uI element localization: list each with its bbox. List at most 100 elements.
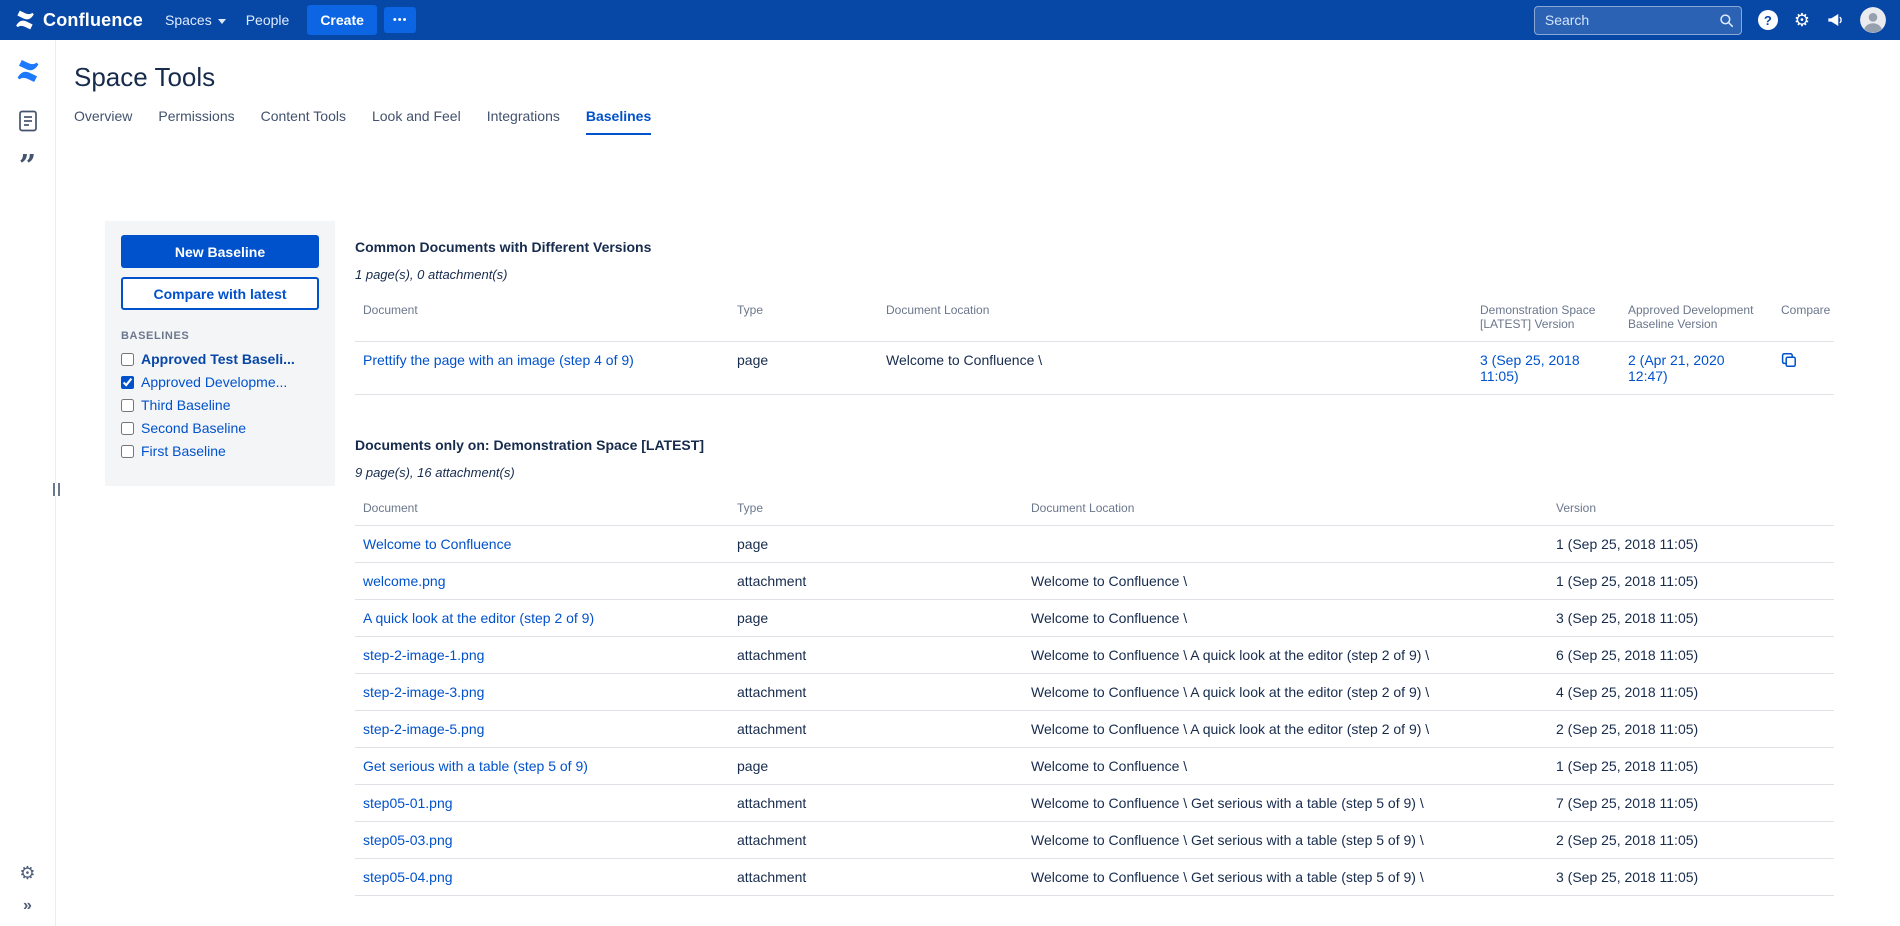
- doc-type: page: [729, 525, 1023, 563]
- baselines-list-label: BASELINES: [121, 330, 190, 342]
- create-button[interactable]: Create: [307, 5, 377, 35]
- document-link[interactable]: step05-04.png: [363, 869, 453, 885]
- blog-quote-icon[interactable]: ”: [19, 152, 36, 182]
- document-link[interactable]: Prettify the page with an image (step 4 …: [363, 352, 634, 368]
- document-link[interactable]: step05-01.png: [363, 795, 453, 811]
- col-document: Document: [355, 297, 729, 342]
- doc-type: attachment: [729, 710, 1023, 748]
- pages-icon[interactable]: [18, 110, 38, 132]
- sidebar-resize-grip[interactable]: [53, 483, 60, 496]
- baseline-link[interactable]: Third Baseline: [141, 397, 231, 413]
- table-row: step-2-image-1.png attachment Welcome to C…: [355, 636, 1834, 674]
- tab-integrations[interactable]: Integrations: [487, 108, 560, 135]
- doc-type: attachment: [729, 636, 1023, 674]
- col-compare: Compare: [1773, 297, 1834, 342]
- col-version: Version: [1548, 495, 1834, 526]
- baseline-checkbox[interactable]: [121, 421, 134, 435]
- megaphone-icon[interactable]: [1826, 12, 1844, 28]
- search-box: [1533, 5, 1742, 35]
- doc-type: attachment: [729, 673, 1023, 711]
- nav-item-spaces[interactable]: Spaces: [155, 5, 236, 35]
- tab-baselines[interactable]: Baselines: [585, 108, 652, 135]
- document-link[interactable]: step05-03.png: [363, 832, 453, 848]
- compare-icon[interactable]: [1781, 352, 1797, 368]
- baseline-checkbox[interactable]: [121, 444, 134, 458]
- nav-item-people[interactable]: People: [236, 5, 300, 35]
- tab-content-tools[interactable]: Content Tools: [261, 108, 346, 135]
- new-baseline-button[interactable]: New Baseline: [121, 235, 319, 268]
- settings-icon[interactable]: ⚙: [1794, 11, 1810, 29]
- top-navbar: Confluence Spaces People Create ••• ? ⚙: [0, 0, 1900, 40]
- document-link[interactable]: Welcome to Confluence: [363, 536, 511, 552]
- col-document-location: Document Location: [1023, 495, 1548, 526]
- doc-location: Welcome to Confluence \ A quick look at …: [1023, 636, 1548, 674]
- doc-version: 2 (Sep 25, 2018 11:05): [1548, 710, 1834, 748]
- col-document-location: Document Location: [878, 297, 1472, 342]
- baseline-item: Third Baseline: [121, 397, 319, 413]
- brand-name: Confluence: [43, 9, 144, 30]
- col-type: Type: [729, 495, 1023, 526]
- doc-version: 1 (Sep 25, 2018 11:05): [1548, 525, 1834, 563]
- tab-overview[interactable]: Overview: [74, 108, 132, 135]
- col-type: Type: [729, 297, 878, 342]
- doc-type: attachment: [729, 784, 1023, 822]
- baseline-version-link[interactable]: 2 (Apr 21, 2020 12:47): [1628, 352, 1725, 384]
- help-icon[interactable]: ?: [1757, 10, 1778, 30]
- baseline-checkbox[interactable]: [121, 398, 134, 412]
- baseline-item: Approved Developme...: [121, 374, 319, 390]
- doc-type: attachment: [729, 821, 1023, 859]
- table-row: welcome.png attachment Welcome to Confluen…: [355, 562, 1834, 600]
- latest-version-link[interactable]: 3 (Sep 25, 2018 11:05): [1480, 352, 1580, 384]
- search-icon[interactable]: [1719, 13, 1734, 33]
- table-header-row: Document Type Document Location Demonstr…: [355, 297, 1834, 342]
- doc-location: Welcome to Confluence \ A quick look at …: [1023, 673, 1548, 711]
- baseline-checkbox[interactable]: [121, 352, 134, 366]
- search-input[interactable]: [1533, 5, 1742, 35]
- common-docs-table: Document Type Document Location Demonstr…: [355, 297, 1834, 395]
- tab-permissions[interactable]: Permissions: [158, 108, 234, 135]
- compare-with-latest-button[interactable]: Compare with latest: [121, 277, 319, 310]
- doc-location: Welcome to Confluence \: [1023, 562, 1548, 600]
- document-link[interactable]: step-2-image-3.png: [363, 684, 484, 700]
- col-latest-version: Demonstration Space [LATEST] Version: [1472, 297, 1620, 342]
- space-logo-icon[interactable]: [15, 58, 41, 84]
- user-avatar[interactable]: [1860, 7, 1886, 33]
- latest-docs-summary: 9 page(s), 16 attachment(s): [355, 465, 515, 480]
- table-header-row: Document Type Document Location Version: [355, 495, 1834, 526]
- doc-location: Welcome to Confluence \ Get serious with…: [1023, 821, 1548, 859]
- space-settings-icon[interactable]: ⚙: [19, 864, 35, 882]
- baseline-link[interactable]: First Baseline: [141, 443, 226, 459]
- document-link[interactable]: step-2-image-5.png: [363, 721, 484, 737]
- document-link[interactable]: step-2-image-1.png: [363, 647, 484, 663]
- table-row: Prettify the page with an image (step 4 …: [355, 341, 1834, 395]
- doc-version: 1 (Sep 25, 2018 11:05): [1548, 747, 1834, 785]
- expand-sidebar-icon[interactable]: »: [23, 898, 32, 914]
- doc-version: 7 (Sep 25, 2018 11:05): [1548, 784, 1834, 822]
- baseline-link[interactable]: Approved Test Baseli...: [141, 351, 295, 367]
- doc-location: Welcome to Confluence \ Get serious with…: [1023, 784, 1548, 822]
- confluence-brand[interactable]: Confluence: [14, 9, 143, 31]
- tab-look-and-feel[interactable]: Look and Feel: [372, 108, 461, 135]
- baseline-link[interactable]: Approved Developme...: [141, 374, 287, 390]
- main-content: Space Tools Overview Permissions Content T…: [56, 40, 1900, 926]
- nav-item-people-label: People: [245, 12, 290, 28]
- document-link[interactable]: Get serious with a table (step 5 of 9): [363, 758, 588, 774]
- baseline-item: Second Baseline: [121, 420, 319, 436]
- baseline-checkbox[interactable]: [121, 375, 134, 389]
- document-link[interactable]: A quick look at the editor (step 2 of 9): [363, 610, 594, 626]
- more-button[interactable]: •••: [383, 7, 417, 33]
- table-row: step-2-image-5.png attachment Welcome to C…: [355, 710, 1834, 748]
- doc-location: Welcome to Confluence \ Get serious with…: [1023, 858, 1548, 896]
- nav-item-spaces-label: Spaces: [165, 12, 212, 28]
- document-link[interactable]: welcome.png: [363, 573, 446, 589]
- doc-location: Welcome to Confluence \: [1023, 747, 1548, 785]
- doc-location: Welcome to Confluence \ A quick look at …: [1023, 710, 1548, 748]
- doc-version: 3 (Sep 25, 2018 11:05): [1548, 858, 1834, 896]
- doc-type: page: [729, 599, 1023, 637]
- space-tabs: Overview Permissions Content Tools Look and…: [74, 108, 1900, 135]
- content-area: New Baseline Compare with latest BASELIN…: [74, 221, 1900, 896]
- documents-section: Common Documents with Different Versions…: [355, 221, 1834, 896]
- doc-version: 1 (Sep 25, 2018 11:05): [1548, 562, 1834, 600]
- baseline-link[interactable]: Second Baseline: [141, 420, 246, 436]
- doc-version: 3 (Sep 25, 2018 11:05): [1548, 599, 1834, 637]
